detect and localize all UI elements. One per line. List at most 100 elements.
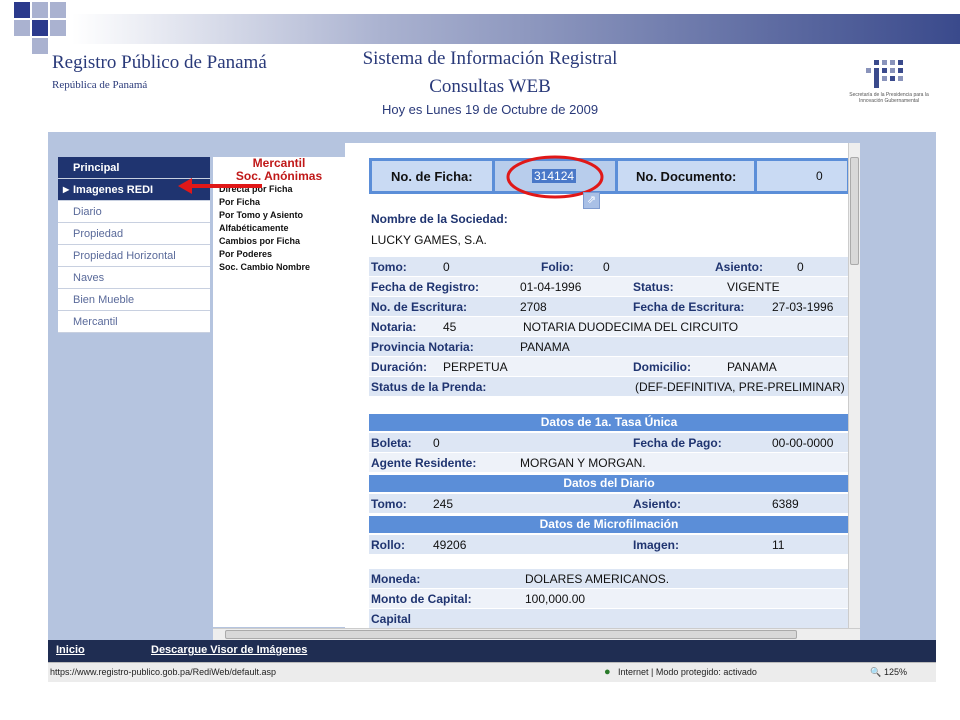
submenu-link-cambios-ficha[interactable]: Cambios por Ficha xyxy=(213,235,345,248)
fecha-escritura-value: 27-03-1996 xyxy=(772,300,834,314)
nav-item-label: Mercantil xyxy=(73,316,118,328)
horizontal-scrollbar[interactable] xyxy=(213,628,860,640)
submenu-link-por-ficha[interactable]: Por Ficha xyxy=(213,196,345,209)
nav-item-mercantil[interactable]: Mercantil xyxy=(58,311,210,333)
doc-label: No. Documento: xyxy=(636,169,737,184)
nav-item-label: Naves xyxy=(73,272,105,284)
decor-square-1 xyxy=(14,2,30,18)
boleta-label: Boleta: xyxy=(371,436,412,450)
nav-item-label: Principal xyxy=(73,162,120,174)
tomo-label: Tomo: xyxy=(371,260,407,274)
capital2-label: Capital xyxy=(371,612,412,626)
submenu-link-poderes[interactable]: Por Poderes xyxy=(213,248,345,261)
nav-item-label: Propiedad Horizontal xyxy=(73,250,176,262)
nav-item-diario[interactable]: Diario xyxy=(58,201,210,223)
vertical-scroll-thumb[interactable] xyxy=(850,157,859,265)
caret-right-icon: ▶ xyxy=(63,185,70,194)
ficha-label: No. de Ficha: xyxy=(391,169,473,184)
fecha-escritura-label: Fecha de Escritura: xyxy=(633,300,745,314)
open-image-icon[interactable]: ⇗ xyxy=(583,192,600,209)
horizontal-scroll-thumb[interactable] xyxy=(225,630,797,639)
notaria-label: Notaria: xyxy=(371,320,417,334)
submenu-link-tomo-asiento[interactable]: Por Tomo y Asiento xyxy=(213,209,345,222)
prenda-label: Status de la Prenda: xyxy=(371,380,487,394)
inicio-link[interactable]: Inicio xyxy=(56,644,85,656)
logo-caption: Secretaría de la Presidencia para la Inn… xyxy=(849,92,929,104)
rollo-value: 49206 xyxy=(433,538,467,552)
status-zone: Internet | Modo protegido: activado xyxy=(618,667,757,677)
fecha-registro-label: Fecha de Registro: xyxy=(371,280,480,294)
zoom-icon[interactable]: 🔍 xyxy=(870,667,881,678)
nav-item-label: Bien Mueble xyxy=(73,294,135,306)
asiento-label: Asiento: xyxy=(715,260,763,274)
status-label: Status: xyxy=(633,280,674,294)
moneda-value: DOLARES AMERICANOS. xyxy=(525,572,670,586)
provincia-value: PANAMA xyxy=(520,340,570,354)
vertical-scrollbar[interactable] xyxy=(848,143,860,628)
domicilio-value: PANAMA xyxy=(727,360,777,374)
folio-value: 0 xyxy=(603,260,610,274)
imagen-label: Imagen: xyxy=(633,538,680,552)
escritura-label: No. de Escritura: xyxy=(371,300,468,314)
decor-top-bar xyxy=(72,14,960,44)
nav-item-propiedad[interactable]: Propiedad xyxy=(58,223,210,245)
submenu-link-cambio-nombre[interactable]: Soc. Cambio Nombre xyxy=(213,261,345,274)
status-url: https://www.registro-publico.gob.pa/Redi… xyxy=(50,667,276,677)
prenda-value: (DEF-DEFINITIVA, PRE-PRELIMINAR) xyxy=(635,380,845,394)
nav-item-propiedad-horizontal[interactable]: Propiedad Horizontal xyxy=(58,245,210,267)
decor-square-4 xyxy=(14,20,30,36)
fecha-pago-value: 00-00-0000 xyxy=(772,436,834,450)
fecha-pago-label: Fecha de Pago: xyxy=(633,436,722,450)
page-footer: Inicio Descargue Visor de Imágenes xyxy=(48,640,936,662)
decor-square-5 xyxy=(32,20,48,36)
browser-status-bar: https://www.registro-publico.gob.pa/Redi… xyxy=(48,662,936,682)
nav-item-label: Imagenes REDI xyxy=(73,184,154,196)
decor-square-7 xyxy=(32,38,48,54)
record-detail-panel: No. de Ficha: 314124 No. Documento: 0 ⇗ … xyxy=(345,143,860,628)
diario-tomo-label: Tomo: xyxy=(371,497,407,511)
diario-section-header: Datos del Diario xyxy=(369,475,849,492)
duracion-label: Duración: xyxy=(371,360,428,374)
boleta-value: 0 xyxy=(433,436,440,450)
fecha-registro-value: 01-04-1996 xyxy=(520,280,582,294)
org-subtitle: República de Panamá xyxy=(52,79,148,91)
sociedad-value: LUCKY GAMES, S.A. xyxy=(371,233,487,247)
row-bg xyxy=(369,609,849,628)
nav-item-naves[interactable]: Naves xyxy=(58,267,210,289)
decor-square-6 xyxy=(50,20,66,36)
doc-value-cell xyxy=(757,161,847,191)
date-line: Hoy es Lunes 19 de Octubre de 2009 xyxy=(381,102,599,117)
row-bg xyxy=(369,357,849,376)
provincia-label: Provincia Notaria: xyxy=(371,340,474,354)
capital-value: 100,000.00 xyxy=(525,592,586,606)
annotation-arrow-icon xyxy=(178,178,262,194)
org-title: Registro Público de Panamá xyxy=(52,52,267,73)
tasa-section-header: Datos de 1a. Tasa Única xyxy=(369,414,849,431)
system-title: Sistema de Información Registral xyxy=(362,48,618,69)
capital-label: Monto de Capital: xyxy=(371,592,472,606)
escritura-value: 2708 xyxy=(520,300,547,314)
mercantil-submenu: Mercantil Soc. Anónimas Directa por Fich… xyxy=(213,157,345,627)
diario-asiento-label: Asiento: xyxy=(633,497,681,511)
domicilio-label: Domicilio: xyxy=(633,360,692,374)
imagen-value: 11 xyxy=(772,538,785,552)
decor-square-2 xyxy=(32,2,48,18)
sociedad-label: Nombre de la Sociedad: xyxy=(371,212,508,226)
asiento-value: 0 xyxy=(797,260,804,274)
rollo-label: Rollo: xyxy=(371,538,405,552)
status-value: VIGENTE xyxy=(727,280,780,294)
diario-asiento-value: 6389 xyxy=(772,497,799,511)
moneda-label: Moneda: xyxy=(371,572,421,586)
descargue-visor-link[interactable]: Descargue Visor de Imágenes xyxy=(151,644,307,656)
decor-square-3 xyxy=(50,2,66,18)
zoom-level[interactable]: 125% xyxy=(884,667,907,677)
nav-item-label: Diario xyxy=(73,206,102,218)
agente-label: Agente Residente: xyxy=(371,456,477,470)
nav-item-bien-mueble[interactable]: Bien Mueble xyxy=(58,289,210,311)
duracion-value: PERPETUA xyxy=(443,360,508,374)
submenu-link-alfabeticamente[interactable]: Alfabéticamente xyxy=(213,222,345,235)
nav-item-label: Propiedad xyxy=(73,228,124,240)
globe-icon: ● xyxy=(604,666,611,678)
system-subtitle: Consultas WEB xyxy=(429,76,551,97)
folio-label: Folio: xyxy=(541,260,574,274)
